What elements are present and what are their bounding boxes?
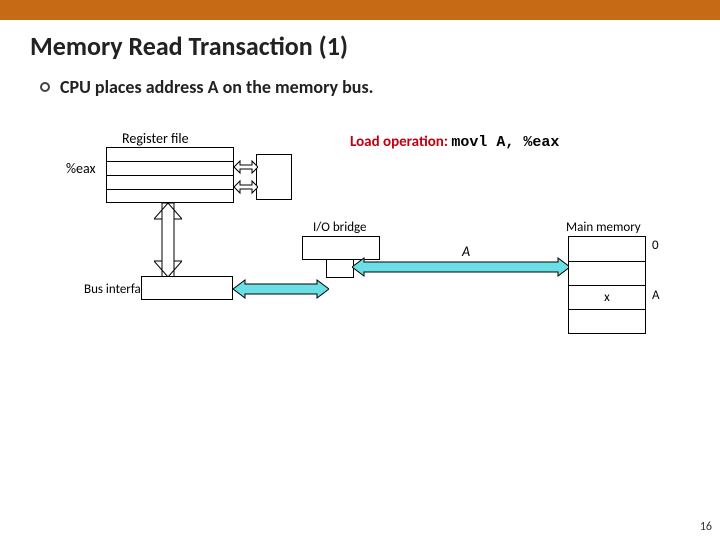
load-op-code: movl A, %eax [451, 134, 559, 151]
mem-cell-3 [569, 309, 645, 333]
bus-interface-box [141, 276, 233, 300]
main-memory: x [568, 236, 646, 334]
cpu-bus-icon [233, 278, 329, 300]
io-bridge-box [302, 236, 380, 260]
main-memory-label: Main memory [566, 220, 641, 235]
page-number: 16 [700, 520, 712, 534]
rf-alu-connector-icon [234, 157, 258, 199]
mem-cell-0 [569, 237, 645, 261]
slide-title: Memory Read Transaction (1) [30, 30, 720, 62]
mem-cell-1 [569, 261, 645, 285]
rf-businterface-connector-icon [154, 203, 182, 279]
load-op-prefix: Load operation: [350, 133, 448, 151]
bullet-item: CPU places address A on the memory bus. [40, 76, 720, 98]
bus-value-label: A [462, 243, 470, 260]
mem-addr-A: A [652, 288, 660, 303]
bullet-marker-icon [40, 82, 50, 92]
load-operation: Load operation: movl A, %eax [350, 133, 559, 151]
register-file [106, 147, 234, 203]
memory-bus-icon [352, 256, 570, 278]
bullet-text: CPU places address A on the memory bus. [60, 76, 373, 98]
io-bridge-ext [326, 260, 354, 278]
mem-cell-x: x [569, 285, 645, 309]
io-bridge-label: I/O bridge [313, 220, 367, 235]
accent-bar [0, 0, 720, 20]
eax-label: %eax [66, 160, 96, 177]
alu-box [256, 154, 292, 200]
mem-addr-0: 0 [652, 238, 659, 253]
diagram-canvas: Register file %eax ALU Load operation: m… [0, 98, 720, 448]
register-file-label: Register file [122, 130, 189, 147]
